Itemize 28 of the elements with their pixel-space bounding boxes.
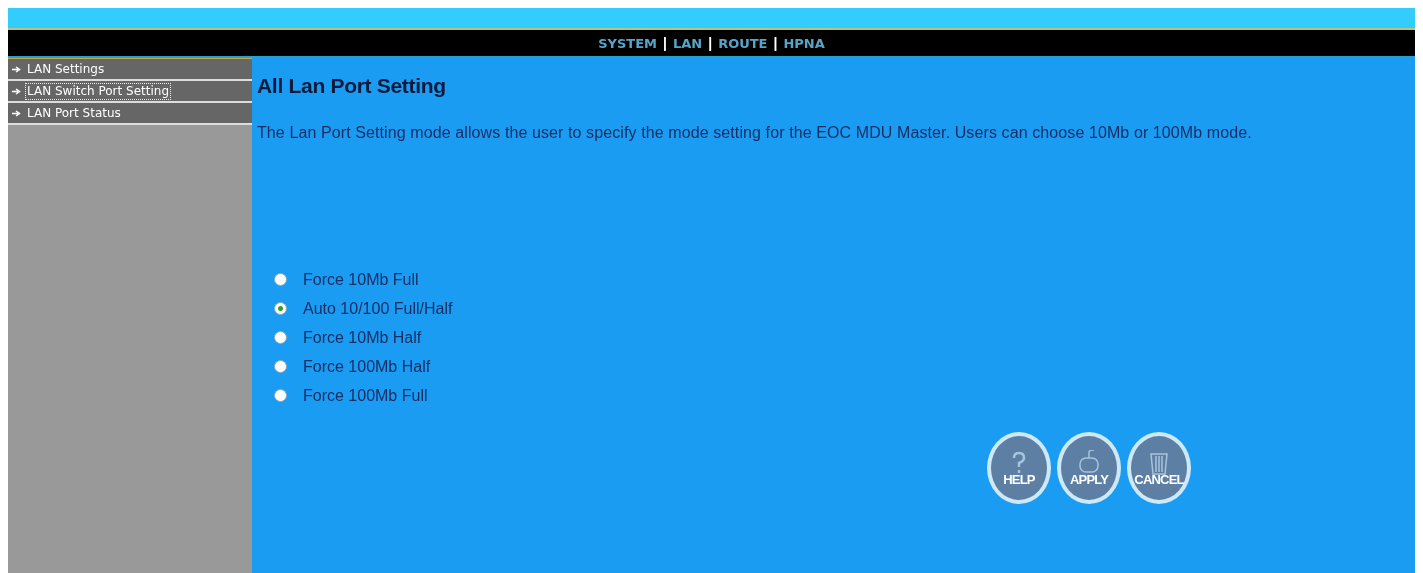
sidebar-item[interactable]: LAN Settings: [8, 59, 252, 81]
radio-button[interactable]: [274, 331, 287, 344]
radio-label: Auto 10/100 Full/Half: [303, 299, 453, 318]
radio-label: Force 100Mb Half: [303, 357, 431, 376]
nav-separator: |: [773, 35, 778, 51]
sidebar-item[interactable]: LAN Port Status: [8, 103, 252, 125]
cancel-button[interactable]: CANCEL: [1127, 432, 1191, 504]
description-text: The Lan Port Setting mode allows the user to specify the mode setting for the EOC MDU Master. Users can choose 10Mb or 100Mb mode.: [257, 124, 1253, 142]
nav-link[interactable]: LAN: [672, 35, 703, 51]
radio-button[interactable]: [274, 360, 287, 373]
arrow-icon: [12, 87, 21, 95]
radio-label: Force 100Mb Full: [303, 386, 428, 405]
nav-separator: |: [663, 35, 667, 51]
radio-label: Force 10Mb Half: [303, 328, 422, 347]
nav-link[interactable]: HPNA: [783, 35, 825, 51]
help-button[interactable]: HELP: [987, 432, 1051, 504]
page-title: All Lan Port Setting: [257, 74, 447, 98]
nav-link[interactable]: ROUTE: [718, 35, 768, 51]
nav-separator: |: [708, 35, 713, 51]
nav-link[interactable]: SYSTEM: [598, 35, 658, 51]
radio-button[interactable]: [274, 273, 287, 286]
arrow-icon: [12, 65, 21, 73]
radio-button[interactable]: [274, 302, 287, 315]
radio-label: Force 10Mb Full: [303, 270, 419, 289]
apply-button[interactable]: APPLY: [1057, 432, 1121, 504]
sidebar-item[interactable]: LAN Switch Port Setting: [8, 81, 252, 103]
arrow-icon: [12, 109, 21, 117]
radio-button[interactable]: [274, 389, 287, 402]
